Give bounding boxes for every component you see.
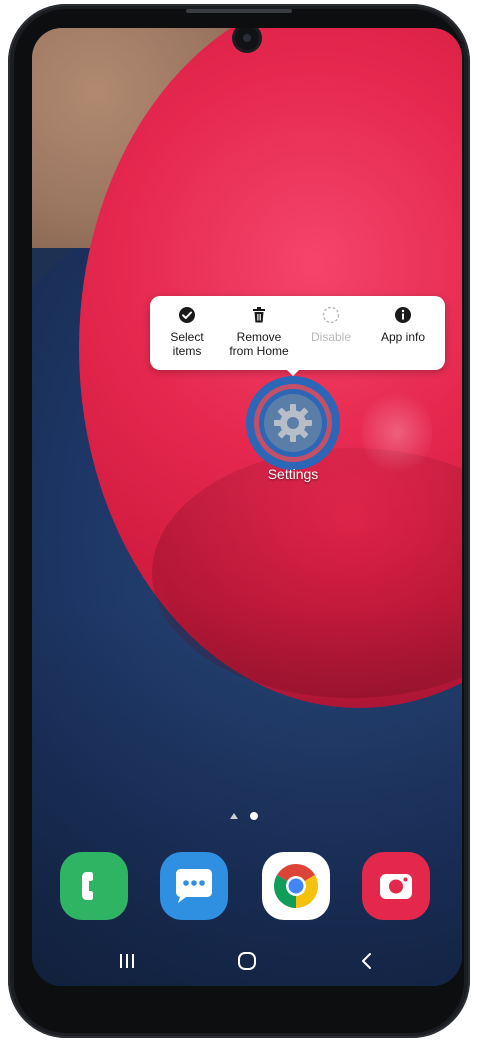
- page-dot-active: [250, 812, 258, 820]
- home-icon: [238, 952, 256, 970]
- page-indicator: [228, 812, 268, 822]
- dashed-circle-icon: [322, 306, 340, 324]
- menu-disable-label: Disable: [310, 330, 352, 344]
- menu-app-info[interactable]: App info: [368, 306, 438, 344]
- info-icon: [394, 306, 412, 324]
- camera-app[interactable]: [362, 852, 430, 920]
- menu-app-info-label: App info: [380, 330, 426, 344]
- phone-icon: [82, 872, 93, 900]
- home-button[interactable]: [232, 948, 262, 974]
- chat-bubble-icon: [176, 869, 212, 903]
- gear-icon: [274, 404, 312, 442]
- chrome-icon: [274, 864, 318, 908]
- navigation-bar: [32, 936, 462, 986]
- menu-remove-from-home[interactable]: Remove from Home: [224, 306, 294, 358]
- chrome-app[interactable]: [262, 852, 330, 920]
- messages-app[interactable]: [160, 852, 228, 920]
- menu-select-items[interactable]: Select items: [152, 306, 222, 358]
- earpiece-speaker: [186, 9, 292, 13]
- recent-apps-icon: [120, 954, 134, 968]
- home-screen: Select items Remove from Home Disable Ap…: [32, 28, 462, 986]
- wallpaper-shade: [32, 28, 462, 986]
- menu-remove-from-home-label: Remove from Home: [229, 330, 289, 358]
- menu-pointer: [285, 368, 301, 376]
- page-dot-home: [230, 813, 238, 819]
- menu-select-items-label: Select items: [170, 330, 204, 358]
- camera-icon: [380, 874, 412, 899]
- check-circle-icon: [178, 306, 196, 324]
- recent-apps-button[interactable]: [112, 948, 142, 974]
- phone-app[interactable]: [60, 852, 128, 920]
- back-icon: [362, 953, 371, 969]
- menu-disable[interactable]: Disable: [296, 306, 366, 344]
- app-context-menu: Select items Remove from Home Disable Ap…: [150, 296, 445, 370]
- back-button[interactable]: [352, 948, 382, 974]
- trash-icon: [250, 306, 268, 324]
- settings-app-label: Settings: [267, 466, 319, 482]
- settings-app-icon[interactable]: [264, 394, 322, 452]
